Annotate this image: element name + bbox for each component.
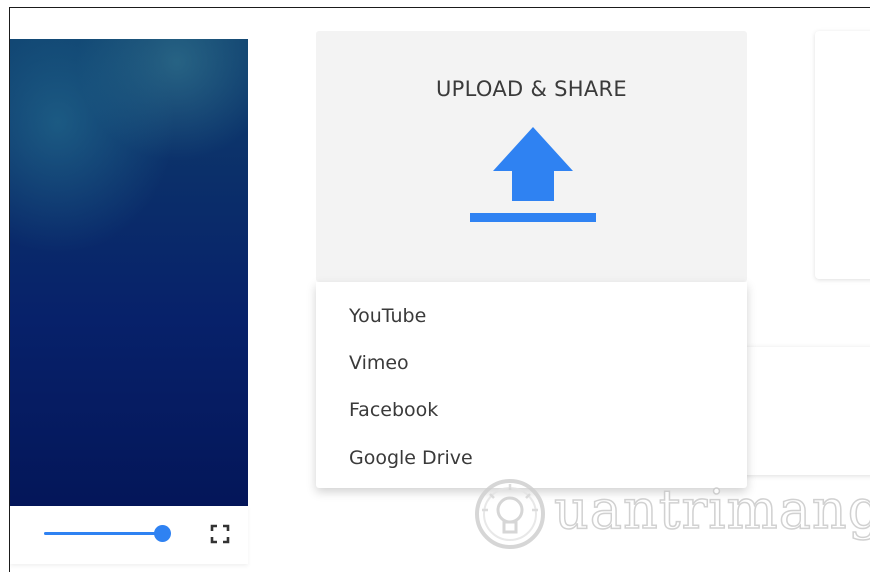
volume-knob[interactable] — [154, 525, 171, 542]
player-controls — [10, 506, 248, 564]
share-menu: YouTube Vimeo Facebook Google Drive — [316, 282, 747, 488]
lightbulb-logo — [472, 476, 552, 556]
fullscreen-icon[interactable] — [210, 524, 230, 544]
background-panel — [740, 347, 870, 475]
upload-share-title: UPLOAD & SHARE — [436, 77, 627, 101]
menu-item-vimeo[interactable]: Vimeo — [349, 343, 729, 383]
video-panel — [10, 39, 248, 571]
watermark: uantrimang — [468, 468, 870, 558]
menu-item-facebook[interactable]: Facebook — [349, 390, 729, 430]
menu-item-youtube[interactable]: YouTube — [349, 296, 729, 336]
upload-share-button[interactable]: UPLOAD & SHARE — [316, 31, 747, 282]
watermark-text: uantrimang — [553, 477, 870, 542]
side-card — [815, 31, 870, 279]
video-preview[interactable] — [10, 39, 248, 506]
volume-slider[interactable] — [44, 525, 171, 542]
upload-icon — [468, 125, 598, 229]
volume-fill — [44, 532, 162, 535]
app-frame: UPLOAD & SHARE YouTube Vimeo Facebook Go… — [9, 7, 870, 572]
